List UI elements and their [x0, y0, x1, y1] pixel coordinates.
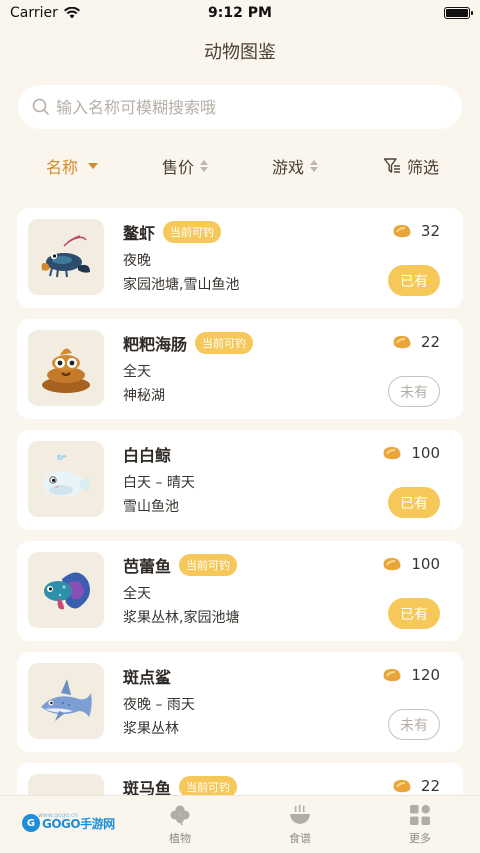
- page-title: 动物图鉴: [204, 42, 276, 63]
- list-item[interactable]: 芭蕾鱼 当前可钓 全天 浆果丛林,家园池塘 100 已有: [17, 541, 463, 641]
- tab-plant[interactable]: 植物: [140, 804, 220, 846]
- name-row: 粑粑海肠 当前可钓: [123, 331, 254, 355]
- tab-recipe-label: 食谱: [289, 832, 311, 845]
- catchable-badge: 当前可钓: [195, 332, 254, 354]
- price-value: 100: [411, 555, 440, 573]
- filter-button[interactable]: 筛选: [383, 151, 439, 181]
- price-value: 32: [420, 222, 440, 240]
- price: 22: [391, 777, 440, 795]
- list-item[interactable]: 白白鲸 白天 – 晴天 雪山鱼池 100 已有: [17, 430, 463, 530]
- whale-icon: [43, 454, 90, 497]
- name-row: 芭蕾鱼 当前可钓: [123, 553, 238, 577]
- animal-name: 芭蕾鱼: [123, 557, 172, 576]
- price-value: 120: [411, 666, 440, 684]
- carrier-label: Carrier: [10, 5, 58, 21]
- status-bar: Carrier 9:12 PM: [0, 0, 480, 26]
- filter-label: 筛选: [407, 158, 440, 177]
- sort-by-game[interactable]: 游戏: [272, 151, 319, 181]
- list-item[interactable]: 粑粑海肠 当前可钓 全天 神秘湖 22 未有: [17, 319, 463, 419]
- bell-coin-icon: [393, 779, 411, 793]
- list-item[interactable]: 鳌虾 当前可钓 夜晚 家园池塘,雪山鱼池 32 已有: [17, 208, 463, 308]
- tab-bar: G GOGO手游网 www.gogo.cn 植物 食谱 更多: [0, 795, 480, 853]
- bell-coin-icon: [383, 557, 401, 571]
- catchable-badge: 当前可钓: [163, 221, 222, 243]
- owned-status-button[interactable]: 已有: [388, 598, 440, 629]
- price-value: 100: [411, 444, 440, 462]
- animal-time: 全天: [123, 364, 151, 380]
- sort-game-label: 游戏: [272, 158, 305, 177]
- animal-name: 斑点鲨: [123, 668, 172, 687]
- poop-icon: [42, 348, 90, 393]
- animal-time: 夜晚: [123, 253, 151, 269]
- animal-name: 粑粑海肠: [123, 335, 188, 354]
- price: 100: [381, 555, 440, 573]
- status-left: Carrier: [10, 5, 80, 21]
- bowl-icon: [290, 804, 310, 824]
- owned-status-button[interactable]: 未有: [388, 376, 440, 407]
- animal-list: 鳌虾 当前可钓 夜晚 家园池塘,雪山鱼池 32 已有 粑粑海肠 当前可钓 全天 …: [17, 208, 463, 853]
- bell-coin-icon: [393, 335, 411, 349]
- wifi-icon: [63, 7, 80, 19]
- animal-thumbnail: [28, 219, 104, 295]
- price: 120: [381, 666, 440, 684]
- price-value: 22: [420, 333, 440, 351]
- animal-time: 全天: [123, 586, 151, 602]
- price: 32: [391, 222, 440, 240]
- animal-location: 浆果丛林,家园池塘: [123, 610, 240, 626]
- sort-bar: 名称 售价 游戏 筛选: [0, 151, 480, 181]
- owned-status-button[interactable]: 已有: [388, 265, 440, 296]
- crayfish-icon: [41, 235, 90, 278]
- price: 22: [391, 333, 440, 351]
- owned-status-button[interactable]: 未有: [388, 709, 440, 740]
- tab-more-label: 更多: [409, 832, 431, 845]
- search-input[interactable]: [56, 97, 436, 117]
- animal-name: 白白鲸: [123, 446, 172, 465]
- logo-subtext: www.gogo.cn: [38, 812, 78, 819]
- name-row: 斑点鲨: [123, 664, 171, 688]
- animal-time: 白天 – 晴天: [123, 475, 195, 491]
- tab-plant-label: 植物: [169, 832, 191, 845]
- status-time: 9:12 PM: [208, 5, 272, 21]
- bell-coin-icon: [383, 446, 401, 460]
- shark-icon: [41, 679, 92, 721]
- catchable-badge: 当前可钓: [179, 554, 238, 576]
- animal-thumbnail: [28, 663, 104, 739]
- animal-location: 浆果丛林: [123, 721, 179, 737]
- animal-thumbnail: [28, 330, 104, 406]
- bell-coin-icon: [393, 224, 411, 238]
- animal-time: 夜晚 – 雨天: [123, 697, 195, 713]
- tab-recipe[interactable]: 食谱: [260, 804, 340, 846]
- sort-name-label: 名称: [46, 158, 79, 177]
- caret-down-icon: [88, 163, 99, 169]
- betta-fish-icon: [44, 572, 90, 610]
- animal-name: 鳌虾: [123, 224, 156, 243]
- bell-coin-icon: [383, 668, 401, 682]
- sort-by-name[interactable]: 名称: [46, 151, 99, 181]
- animal-location: 家园池塘,雪山鱼池: [123, 277, 240, 293]
- battery-icon: [444, 7, 473, 19]
- name-row: 鳌虾 当前可钓: [123, 220, 222, 244]
- sort-price-label: 售价: [162, 158, 195, 177]
- tab-more[interactable]: 更多: [380, 804, 460, 846]
- owned-status-button[interactable]: 已有: [388, 487, 440, 518]
- sort-arrows-icon: [310, 160, 319, 172]
- animal-thumbnail: [28, 441, 104, 517]
- filter-icon: [383, 158, 400, 173]
- list-item[interactable]: 斑点鲨 夜晚 – 雨天 浆果丛林 120 未有: [17, 652, 463, 752]
- animal-location: 雪山鱼池: [123, 499, 179, 515]
- price-value: 22: [420, 777, 440, 795]
- name-row: 白白鲸: [123, 442, 171, 466]
- sort-by-price[interactable]: 售价: [162, 151, 209, 181]
- search-icon: [32, 98, 49, 115]
- sort-arrows-icon: [200, 160, 209, 172]
- price: 100: [381, 444, 440, 462]
- animal-thumbnail: [28, 552, 104, 628]
- grid-icon: [410, 805, 430, 825]
- animal-location: 神秘湖: [123, 388, 165, 404]
- search-box[interactable]: [18, 85, 462, 129]
- clover-icon: [170, 805, 190, 826]
